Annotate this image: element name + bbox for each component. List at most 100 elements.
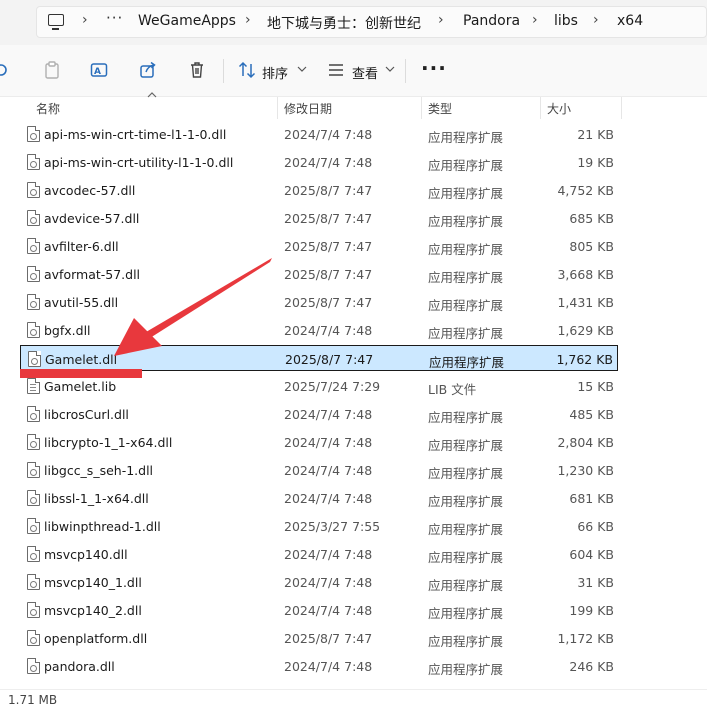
dll-file-icon: [27, 238, 40, 254]
dll-file-icon: [27, 210, 40, 226]
dll-file-icon: [27, 462, 40, 478]
file-row[interactable]: avcodec-57.dll 2025/8/7 7:47 应用程序扩展 4,752 K…: [20, 177, 618, 203]
file-date: 2025/8/7 7:47: [284, 183, 373, 198]
chevron-right-icon: ›: [82, 12, 88, 28]
column-size[interactable]: 大小: [547, 100, 571, 117]
file-row[interactable]: libwinpthread-1.dll 2025/3/27 7:55 应用程序扩展 6…: [20, 513, 618, 539]
column-divider[interactable]: [421, 97, 422, 119]
cut-icon[interactable]: [0, 61, 14, 79]
column-type[interactable]: 类型: [428, 100, 452, 117]
file-name: Gamelet.lib: [44, 379, 117, 394]
file-size: 19 KB: [577, 155, 614, 170]
file-row[interactable]: libssl-1_1-x64.dll 2024/7/4 7:48 应用程序扩展 681…: [20, 485, 618, 511]
file-name: Gamelet.dll: [45, 352, 118, 367]
dll-file-icon: [27, 658, 40, 674]
breadcrumb-libs[interactable]: libs: [554, 13, 578, 29]
file-row[interactable]: pandora.dll 2024/7/4 7:48 应用程序扩展 246 KB: [20, 653, 618, 679]
file-row[interactable]: avdevice-57.dll 2025/8/7 7:47 应用程序扩展 685 KB: [20, 205, 618, 231]
file-name: msvcp140_2.dll: [44, 603, 142, 618]
file-row[interactable]: avformat-57.dll 2025/8/7 7:47 应用程序扩展 3,668 …: [20, 261, 618, 287]
breadcrumb-overflow-button[interactable]: ···: [106, 9, 123, 27]
breadcrumb-wegameapps[interactable]: WeGameApps: [138, 13, 236, 29]
paste-icon[interactable]: [43, 61, 61, 79]
file-type: 应用程序扩展: [428, 578, 504, 593]
chevron-right-icon: ›: [245, 12, 251, 28]
view-icon[interactable]: [327, 61, 345, 79]
dll-file-icon: [27, 294, 40, 310]
file-type: 应用程序扩展: [428, 494, 504, 509]
file-row[interactable]: msvcp140_2.dll 2024/7/4 7:48 应用程序扩展 199 KB: [20, 597, 618, 623]
file-type: 应用程序扩展: [428, 326, 504, 341]
file-date: 2025/8/7 7:47: [285, 352, 374, 367]
file-type: 应用程序扩展: [428, 606, 504, 621]
file-row[interactable]: msvcp140_1.dll 2024/7/4 7:48 应用程序扩展 31 KB: [20, 569, 618, 595]
rename-icon[interactable]: A: [90, 61, 108, 79]
file-row[interactable]: Gamelet.lib 2025/7/24 7:29 LIB 文件 15 KB: [20, 373, 618, 399]
column-header: 名称 修改日期 类型 大小: [0, 92, 707, 119]
file-type: 应用程序扩展: [428, 550, 504, 565]
sort-icon[interactable]: [238, 61, 256, 79]
file-date: 2024/7/4 7:48: [284, 491, 373, 506]
file-size: 1,762 KB: [556, 352, 613, 367]
file-size: 485 KB: [569, 407, 614, 422]
file-date: 2024/7/4 7:48: [284, 463, 373, 478]
column-divider[interactable]: [277, 97, 278, 119]
column-divider[interactable]: [540, 97, 541, 119]
file-size: 15 KB: [577, 379, 614, 394]
selection-size: 1.71 MB: [8, 693, 58, 707]
sort-button[interactable]: 排序: [262, 63, 288, 82]
dll-file-icon: [27, 182, 40, 198]
more-options-button[interactable]: ···: [421, 56, 447, 80]
file-row[interactable]: msvcp140.dll 2024/7/4 7:48 应用程序扩展 604 KB: [20, 541, 618, 567]
dll-file-icon: [27, 322, 40, 338]
file-name: avdevice-57.dll: [44, 211, 140, 226]
share-icon[interactable]: [139, 61, 157, 79]
file-row[interactable]: libgcc_s_seh-1.dll 2024/7/4 7:48 应用程序扩展 1,2…: [20, 457, 618, 483]
dll-file-icon: [27, 434, 40, 450]
file-row[interactable]: bgfx.dll 2024/7/4 7:48 应用程序扩展 1,629 KB: [20, 317, 618, 343]
file-size: 1,172 KB: [557, 631, 614, 646]
toolbar-divider: [223, 59, 224, 83]
file-size: 4,752 KB: [557, 183, 614, 198]
chevron-down-icon[interactable]: [385, 64, 395, 74]
chevron-right-icon: ›: [438, 12, 444, 28]
file-date: 2025/8/7 7:47: [284, 239, 373, 254]
file-name: pandora.dll: [44, 659, 115, 674]
breadcrumb-pandora[interactable]: Pandora: [463, 13, 520, 29]
file-row[interactable]: libcrypto-1_1-x64.dll 2024/7/4 7:48 应用程序扩展…: [20, 429, 618, 455]
file-type: 应用程序扩展: [428, 662, 504, 677]
file-row[interactable]: api-ms-win-crt-time-l1-1-0.dll 2024/7/4 7…: [20, 121, 618, 147]
chevron-down-icon[interactable]: [297, 64, 307, 74]
file-type: 应用程序扩展: [428, 438, 504, 453]
file-type: 应用程序扩展: [428, 410, 504, 425]
file-date: 2025/8/7 7:47: [284, 631, 373, 646]
column-divider[interactable]: [621, 97, 622, 119]
this-pc-icon[interactable]: [48, 14, 64, 30]
file-type: 应用程序扩展: [428, 298, 504, 313]
svg-text:A: A: [94, 67, 101, 77]
column-date[interactable]: 修改日期: [284, 100, 332, 117]
file-row[interactable]: openplatform.dll 2025/8/7 7:47 应用程序扩展 1,172…: [20, 625, 618, 651]
address-bar-area: › ··· WeGameApps › 地下城与勇士：创新世纪 › Pandora…: [0, 0, 707, 45]
delete-icon[interactable]: [188, 61, 206, 79]
breadcrumb-dnf[interactable]: 地下城与勇士：创新世纪: [267, 13, 421, 33]
file-date: 2025/8/7 7:47: [284, 295, 373, 310]
file-name: api-ms-win-crt-time-l1-1-0.dll: [44, 127, 227, 142]
view-button[interactable]: 查看: [352, 63, 378, 82]
file-row[interactable]: Gamelet.dll 2025/8/7 7:47 应用程序扩展 1,762 KB: [20, 345, 618, 371]
file-size: 3,668 KB: [557, 267, 614, 282]
file-size: 2,804 KB: [557, 435, 614, 450]
file-row[interactable]: avutil-55.dll 2025/8/7 7:47 应用程序扩展 1,431 KB: [20, 289, 618, 315]
file-row[interactable]: avfilter-6.dll 2025/8/7 7:47 应用程序扩展 805 KB: [20, 233, 618, 259]
file-row[interactable]: libcrosCurl.dll 2024/7/4 7:48 应用程序扩展 485 KB: [20, 401, 618, 427]
column-name[interactable]: 名称: [36, 100, 60, 117]
breadcrumb-x64[interactable]: x64: [617, 13, 643, 29]
file-size: 31 KB: [577, 575, 614, 590]
file-size: 681 KB: [569, 491, 614, 506]
file-type: 应用程序扩展: [428, 158, 504, 173]
file-date: 2024/7/4 7:48: [284, 323, 373, 338]
dll-file-icon: [27, 126, 40, 142]
file-name: libgcc_s_seh-1.dll: [44, 463, 154, 478]
file-size: 604 KB: [569, 547, 614, 562]
file-row[interactable]: api-ms-win-crt-utility-l1-1-0.dll 2024/7/…: [20, 149, 618, 175]
